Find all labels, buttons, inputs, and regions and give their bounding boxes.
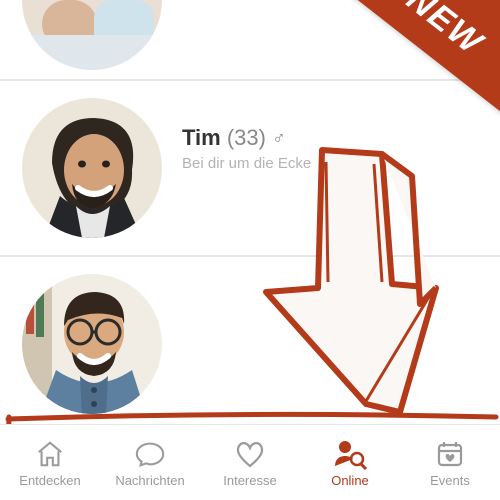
bottom-nav: Entdecken Nachrichten Interesse bbox=[0, 424, 500, 500]
avatar bbox=[22, 98, 162, 238]
avatar bbox=[22, 274, 162, 414]
tab-label: Online bbox=[331, 473, 369, 488]
tab-nachrichten[interactable]: Nachrichten bbox=[105, 438, 195, 488]
profile-name: Tim bbox=[182, 125, 221, 150]
gender-icon: ♂ bbox=[272, 128, 286, 148]
tab-entdecken[interactable]: Entdecken bbox=[5, 438, 95, 488]
chat-icon bbox=[134, 438, 166, 470]
tab-label: Events bbox=[430, 473, 470, 488]
person-search-icon bbox=[333, 438, 367, 470]
tab-interesse[interactable]: Interesse bbox=[205, 438, 295, 488]
calendar-heart-icon bbox=[435, 438, 465, 470]
profile-age: (33) bbox=[227, 125, 266, 150]
profile-subtitle: Bei dir um die Ecke bbox=[182, 155, 311, 172]
tab-events[interactable]: Events bbox=[405, 438, 495, 488]
tab-label: Entdecken bbox=[19, 473, 80, 488]
tab-label: Nachrichten bbox=[115, 473, 184, 488]
profile-row[interactable] bbox=[0, 256, 500, 430]
profile-name-line: Tim (33) ♂ bbox=[182, 125, 311, 151]
avatar bbox=[22, 0, 162, 70]
profile-info: Tim (33) ♂ Bei dir um die Ecke bbox=[182, 125, 311, 172]
tab-online[interactable]: Online bbox=[305, 438, 395, 488]
home-icon bbox=[35, 438, 65, 470]
heart-icon bbox=[234, 438, 266, 470]
tab-label: Interesse bbox=[223, 473, 276, 488]
profile-list: Tim (33) ♂ Bei dir um die Ecke bbox=[0, 0, 500, 430]
profile-row[interactable]: Tim (33) ♂ Bei dir um die Ecke bbox=[0, 80, 500, 256]
